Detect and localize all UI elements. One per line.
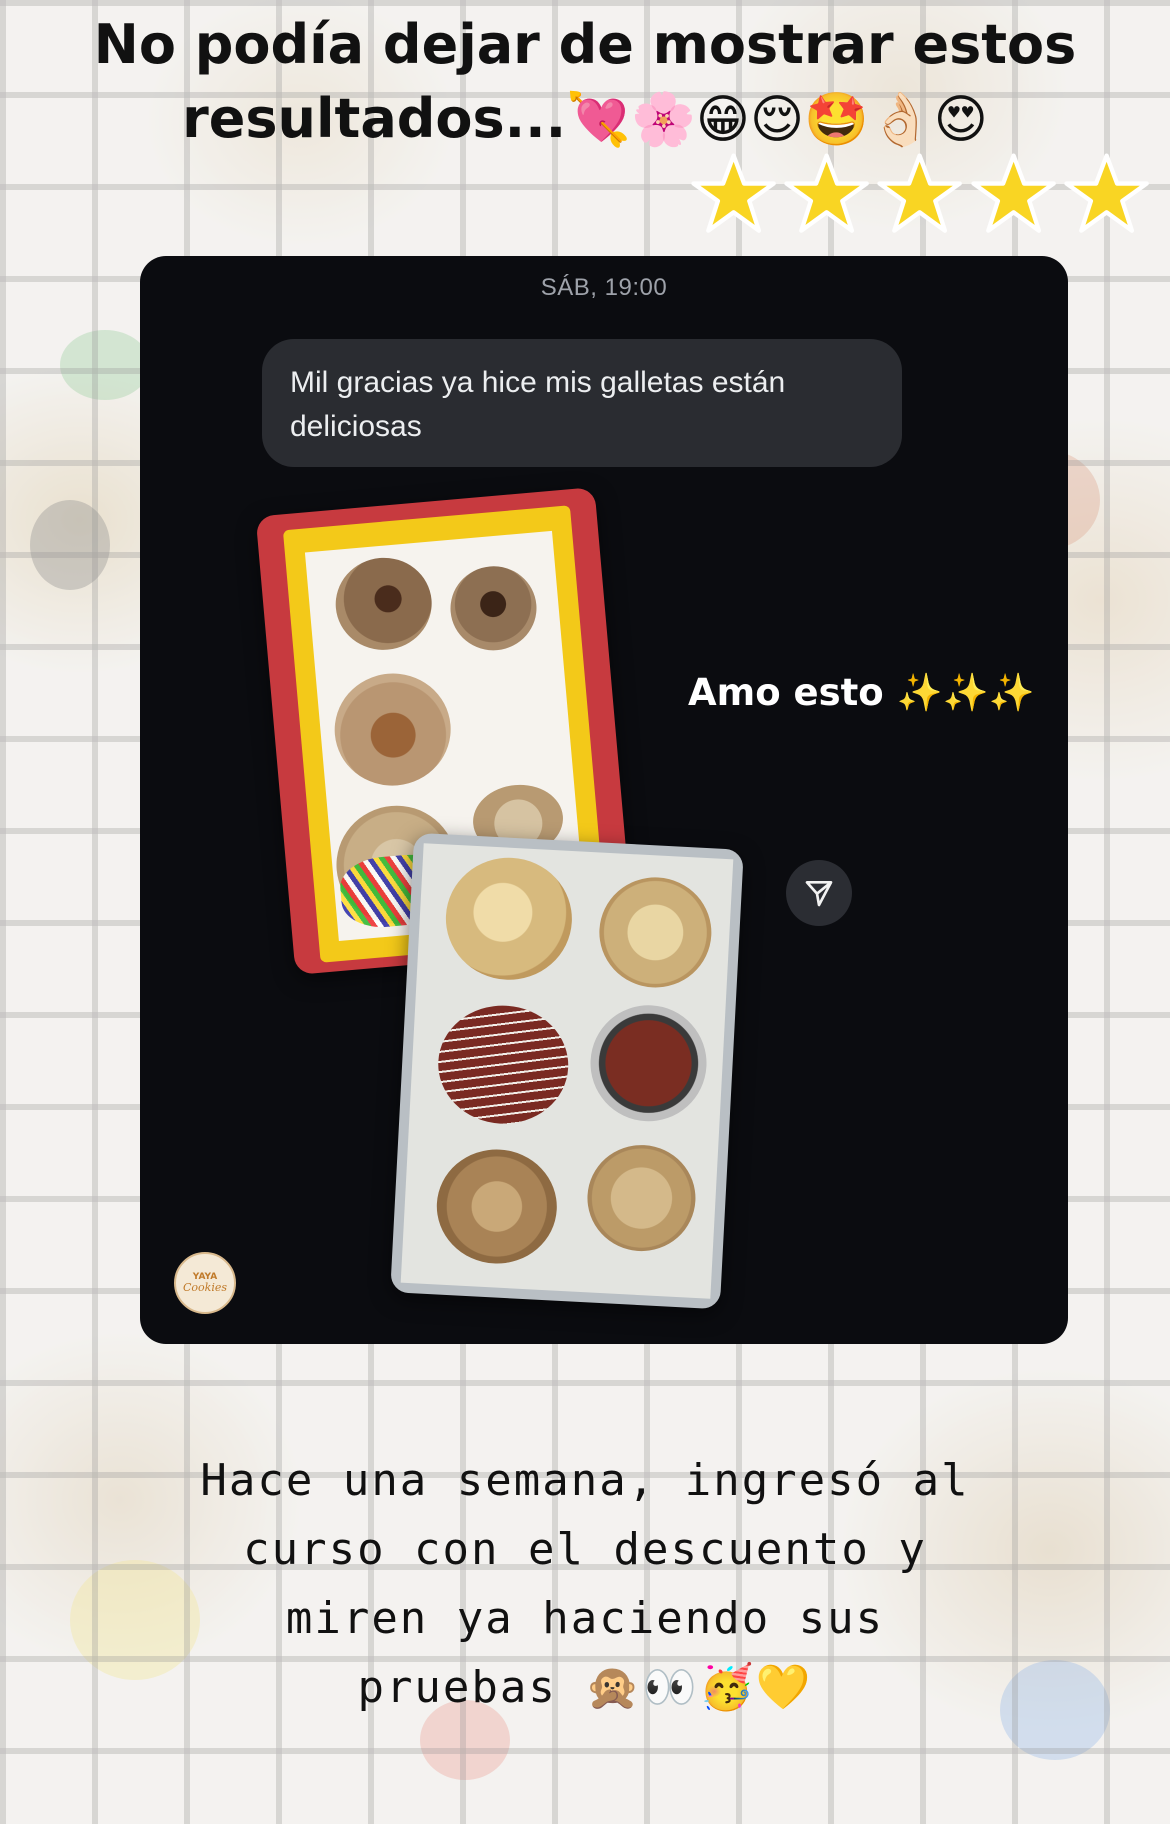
caption-emojis: 🙊👀🥳💛: [585, 1662, 813, 1713]
headline-emojis: 💘🌸😁😌🤩👌🏻😍: [566, 90, 988, 150]
headline-line-2-text: resultados...: [182, 87, 567, 150]
cookie-tray-photo[interactable]: [390, 832, 744, 1310]
brand-avatar[interactable]: YAYA Cookies: [174, 1252, 236, 1314]
share-button[interactable]: [786, 860, 852, 926]
message-bubble: Mil gracias ya hice mis galletas están d…: [262, 339, 902, 467]
story-reply-caption: Amo esto ✨✨✨: [688, 671, 1035, 715]
caption-line-2: curso con el descuento y: [243, 1524, 927, 1575]
headline-line-1: No podía dejar de mostrar estos: [93, 13, 1077, 76]
star-icon: [970, 153, 1056, 233]
star-icon: [691, 153, 776, 233]
dm-timestamp: SÁB, 19:00: [540, 274, 668, 301]
sparkles-emoji: ✨✨✨: [896, 671, 1035, 714]
reaction-text: Amo esto: [688, 671, 884, 714]
caption-line-4: pruebas 🙊👀🥳💛: [100, 1653, 1070, 1722]
star-icon: [1064, 153, 1149, 233]
story-headline: No podía dejar de mostrar estos resultad…: [0, 8, 1170, 157]
caption-line-3: miren ya haciendo sus: [285, 1593, 885, 1644]
star-icon: [784, 153, 870, 233]
story-caption: Hace una semana, ingresó al curso con el…: [100, 1446, 1070, 1722]
caption-line-4-text: pruebas: [357, 1662, 557, 1713]
caption-line-1: Hace una semana, ingresó al: [200, 1455, 970, 1506]
headline-line-2: resultados...💘🌸😁😌🤩👌🏻😍: [0, 82, 1170, 157]
star-icon: [877, 153, 963, 233]
send-icon: [805, 881, 833, 907]
dm-screenshot-panel: SÁB, 19:00 Mil gracias ya hice mis galle…: [140, 256, 1068, 1344]
avatar-text-bottom: Cookies: [183, 1281, 227, 1294]
five-star-rating: [690, 150, 1150, 250]
